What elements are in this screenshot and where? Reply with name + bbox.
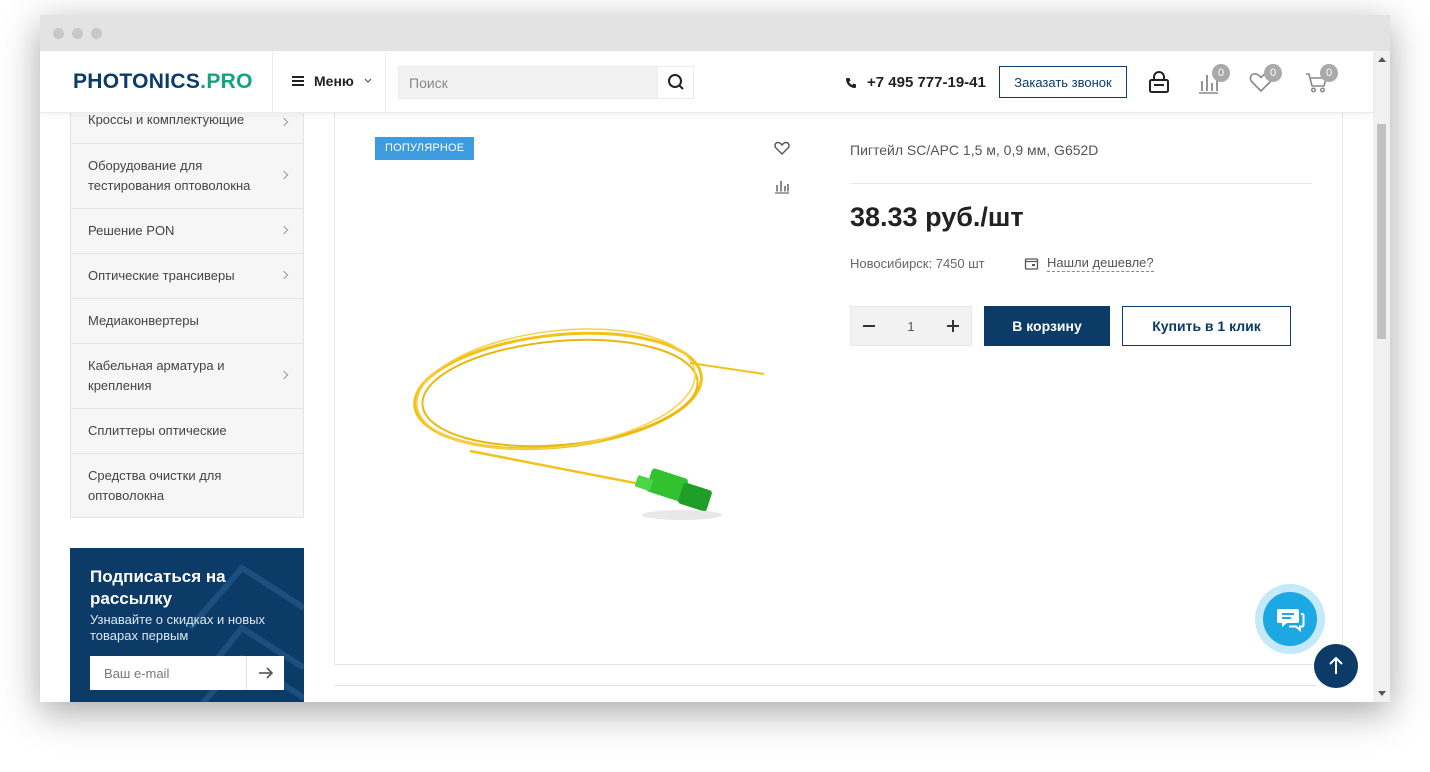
sidebar-item-label: Оптические трансиверы [88,268,235,283]
browser-window: PHOTONICS.PRO Меню Поиск +7 495 777-19-4… [40,15,1390,702]
window-close-dot[interactable] [53,28,64,39]
compare-count-badge: 0 [1212,64,1230,82]
sidebar-item-testing-equipment[interactable]: Оборудование для тестирования оптоволокн… [71,144,303,209]
subscribe-block: Подписаться на рассылку Узнавайте о скид… [70,548,304,702]
quantity-input[interactable] [887,307,935,345]
product-title: Пигтейл SC/APC 1,5 м, 0,9 мм, G652D [850,142,1099,158]
login-button[interactable] [1146,69,1172,95]
cart-count-badge: 0 [1320,64,1338,82]
subscribe-subtitle: Узнавайте о скидках и новых товарах перв… [90,612,266,643]
sidebar-item-splitters[interactable]: Сплиттеры оптические [71,409,303,454]
header-divider [385,51,386,113]
favorites-count-badge: 0 [1264,64,1282,82]
search-icon [668,74,684,90]
product-divider [850,183,1312,184]
scroll-to-top-button[interactable] [1314,644,1358,688]
search-input[interactable] [399,67,657,98]
buy-one-click-button[interactable]: Купить в 1 клик [1122,306,1291,346]
popular-badge: ПОПУЛЯРНОЕ [375,137,475,160]
sidebar-item-media-converters[interactable]: Медиаконвертеры [71,299,303,344]
subscribe-form [90,656,284,690]
favorites-button[interactable]: 0 [1248,64,1282,95]
logo-main-text: PHOTONICS [73,70,201,93]
scroll-up-arrow-icon[interactable] [1378,57,1386,62]
sidebar-item-cleaning[interactable]: Средства очистки для оптоволокна [71,454,303,518]
found-cheaper-link[interactable]: Нашли дешевле? [1024,255,1154,272]
menu-button[interactable]: Меню [292,73,372,89]
sidebar-item-label: Средства очистки для оптоволокна [88,468,222,503]
sidebar-item-label: Кабельная арматура и крепления [88,358,225,393]
product-price: 38.33 руб./шт [850,202,1024,232]
chevron-right-icon [279,370,289,380]
sidebar-item-cable-fittings[interactable]: Кабельная арматура и крепления [71,344,303,409]
cart-button[interactable]: 0 [1304,64,1338,95]
lock-icon [1149,71,1169,93]
window-maximize-dot[interactable] [91,28,102,39]
arrow-up-icon [1329,656,1343,674]
scroll-down-arrow-icon[interactable] [1378,691,1386,696]
chevron-right-icon [279,270,289,280]
quantity-stepper [850,306,972,346]
phone-number[interactable]: +7 495 777-19-41 [845,74,986,91]
quantity-decrease-button[interactable] [851,307,887,345]
logo-suffix-text: PRO [206,70,253,93]
chevron-right-icon [279,225,289,235]
sidebar-item-label: Медиаконвертеры [88,313,199,328]
subscribe-title: Подписаться на рассылку [90,567,226,608]
window-titlebar [40,15,1390,51]
chevron-right-icon [279,170,289,180]
hamburger-icon [292,76,304,86]
chevron-right-icon [279,117,289,126]
compare-button[interactable]: 0 [1196,64,1230,95]
add-to-cart-button[interactable]: В корзину [984,306,1110,346]
menu-label: Меню [314,73,354,89]
sidebar-item-label: Кроссы и комплектующие [88,112,245,127]
callback-button[interactable]: Заказать звонок [999,66,1127,98]
sidebar-item-label: Сплиттеры оптические [88,423,227,438]
chat-bubble-icon [1277,609,1305,633]
site-header: PHOTONICS.PRO Меню Поиск +7 495 777-19-4… [40,51,1373,113]
add-to-compare-icon[interactable] [773,178,791,194]
sidebar-item-label: Решение PON [88,223,175,238]
arrow-right-icon [259,667,274,679]
sidebar-item-label: Оборудование для тестирования оптоволокн… [88,158,251,193]
phone-icon [846,77,856,88]
search-button[interactable] [657,67,693,98]
window-minimize-dot[interactable] [72,28,83,39]
section-divider [334,685,1317,686]
search-box [398,66,694,99]
stock-availability: Новосибирск: 7450 шт [850,256,985,271]
page-viewport: PHOTONICS.PRO Меню Поиск +7 495 777-19-4… [40,51,1390,702]
quantity-increase-button[interactable] [935,307,971,345]
email-field[interactable] [90,656,246,690]
vertical-scrollbar[interactable] [1373,51,1390,702]
add-to-favorites-heart-icon[interactable] [773,140,791,156]
found-cheaper-label: Нашли дешевле? [1047,255,1154,272]
subscribe-submit-button[interactable] [246,656,284,690]
wallet-icon [1024,258,1039,270]
site-logo[interactable]: PHOTONICS.PRO [73,70,253,94]
sidebar-categories: Кроссы и комплектующие Оборудование для … [70,101,304,518]
product-image[interactable] [410,301,770,531]
phone-text: +7 495 777-19-41 [867,74,986,91]
scrollbar-thumb[interactable] [1377,124,1386,339]
chevron-down-icon [364,78,372,83]
chat-widget-circle [1263,592,1317,646]
sidebar-item-transceivers[interactable]: Оптические трансиверы [71,254,303,299]
sidebar-item-pon[interactable]: Решение PON [71,209,303,254]
header-divider [272,51,273,113]
